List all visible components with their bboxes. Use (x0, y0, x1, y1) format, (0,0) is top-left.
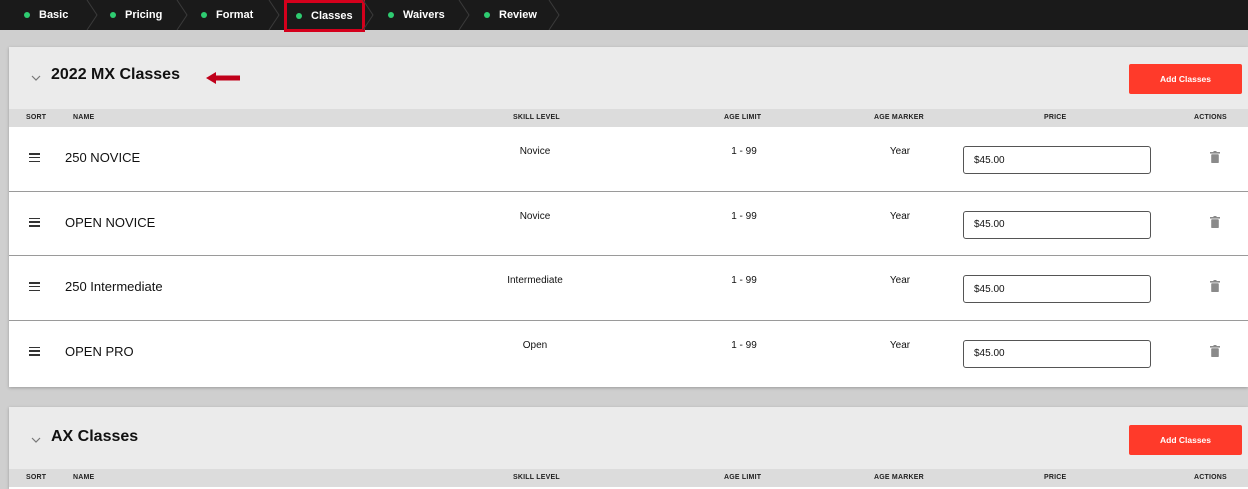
trash-icon[interactable] (1210, 151, 1220, 163)
step-separator (362, 0, 374, 30)
age-limit: 1 - 99 (731, 210, 757, 222)
step-status-dot (484, 12, 490, 18)
age-limit: 1 - 99 (731, 339, 757, 351)
drag-handle-icon[interactable] (29, 153, 40, 163)
class-section-mx: 2022 MX Classes Add Classes SORT NAME SK… (9, 47, 1248, 387)
drag-handle-icon[interactable] (29, 346, 40, 356)
skill-level: Open (522, 339, 548, 351)
table-row: OPEN NOVICE Novice 1 - 99 Year (9, 191, 1248, 256)
arrow-left-icon (206, 72, 240, 84)
step-status-dot (110, 12, 116, 18)
header-age-limit: AGE LIMIT (724, 114, 762, 121)
price-input[interactable] (963, 146, 1151, 174)
header-name: NAME (73, 114, 95, 121)
header-age-marker: AGE MARKER (874, 114, 924, 121)
class-name: 250 NOVICE (65, 150, 141, 165)
step-label: Waivers (403, 9, 445, 21)
step-basic[interactable]: Basic (24, 0, 68, 30)
step-status-dot (201, 12, 207, 18)
class-section-ax: AX Classes Add Classes SORT NAME SKILL L… (9, 407, 1248, 489)
section-title: 2022 MX Classes (51, 66, 180, 83)
header-name: NAME (73, 474, 95, 481)
header-price: PRICE (1044, 114, 1067, 121)
chevron-down-icon[interactable] (31, 435, 41, 445)
section-title: AX Classes (51, 428, 139, 445)
price-input[interactable] (963, 275, 1151, 303)
section-header: AX Classes Add Classes (9, 407, 1248, 469)
section-header: 2022 MX Classes Add Classes (9, 47, 1248, 109)
step-separator (458, 0, 470, 30)
step-status-dot (296, 13, 302, 19)
header-skill-level: SKILL LEVEL (513, 114, 560, 121)
step-separator (176, 0, 188, 30)
class-name: OPEN PRO (65, 343, 134, 359)
age-limit: 1 - 99 (731, 275, 757, 286)
age-marker: Year (889, 210, 911, 222)
step-review[interactable]: Review (484, 0, 537, 30)
header-sort: SORT (26, 114, 47, 121)
header-sort: SORT (26, 474, 47, 481)
step-separator (548, 0, 560, 30)
chevron-down-icon[interactable] (31, 73, 41, 83)
table-row: 250 Intermediate Intermediate 1 - 99 Yea… (9, 256, 1248, 321)
trash-icon[interactable] (1210, 344, 1220, 357)
class-name: 250 Intermediate (65, 279, 163, 294)
age-marker: Year (889, 339, 911, 351)
table-row: 250 NOVICE Novice 1 - 99 Year (9, 127, 1248, 192)
step-label: Classes (311, 10, 353, 22)
step-label: Basic (39, 9, 69, 21)
step-separator (86, 0, 98, 30)
wizard-steps-bar: Basic Pricing Format Classes Waivers Rev… (0, 0, 1248, 32)
header-skill-level: SKILL LEVEL (513, 474, 560, 481)
price-input[interactable] (963, 339, 1151, 368)
table-header: SORT NAME SKILL LEVEL AGE LIMIT AGE MARK… (9, 469, 1248, 487)
skill-level: Novice (519, 146, 551, 157)
add-classes-button[interactable]: Add Classes (1129, 64, 1242, 94)
header-age-marker: AGE MARKER (874, 474, 924, 481)
header-actions: ACTIONS (1194, 474, 1227, 481)
step-format[interactable]: Format (201, 0, 253, 30)
add-classes-button[interactable]: Add Classes (1129, 425, 1242, 455)
step-classes[interactable]: Classes (284, 0, 365, 32)
drag-handle-icon[interactable] (29, 217, 40, 227)
age-marker: Year (889, 146, 911, 157)
drag-handle-icon[interactable] (29, 282, 40, 292)
skill-level: Novice (519, 210, 551, 222)
step-waivers[interactable]: Waivers (388, 0, 445, 30)
step-separator (268, 0, 280, 30)
step-status-dot (24, 12, 30, 18)
header-age-limit: AGE LIMIT (724, 474, 762, 481)
table-row: OPEN PRO Open 1 - 99 Year (9, 320, 1248, 385)
header-actions: ACTIONS (1194, 114, 1227, 121)
header-price: PRICE (1044, 474, 1067, 481)
trash-icon[interactable] (1210, 215, 1220, 228)
step-label: Format (216, 9, 254, 21)
skill-level: Intermediate (507, 275, 563, 286)
class-name: OPEN NOVICE (65, 214, 156, 230)
step-label: Review (499, 9, 537, 21)
step-label: Pricing (125, 9, 163, 21)
trash-icon[interactable] (1210, 280, 1220, 292)
table-header: SORT NAME SKILL LEVEL AGE LIMIT AGE MARK… (9, 109, 1248, 127)
age-limit: 1 - 99 (731, 146, 757, 157)
step-status-dot (388, 12, 394, 18)
step-pricing[interactable]: Pricing (110, 0, 162, 30)
age-marker: Year (889, 275, 911, 286)
price-input[interactable] (963, 210, 1151, 239)
